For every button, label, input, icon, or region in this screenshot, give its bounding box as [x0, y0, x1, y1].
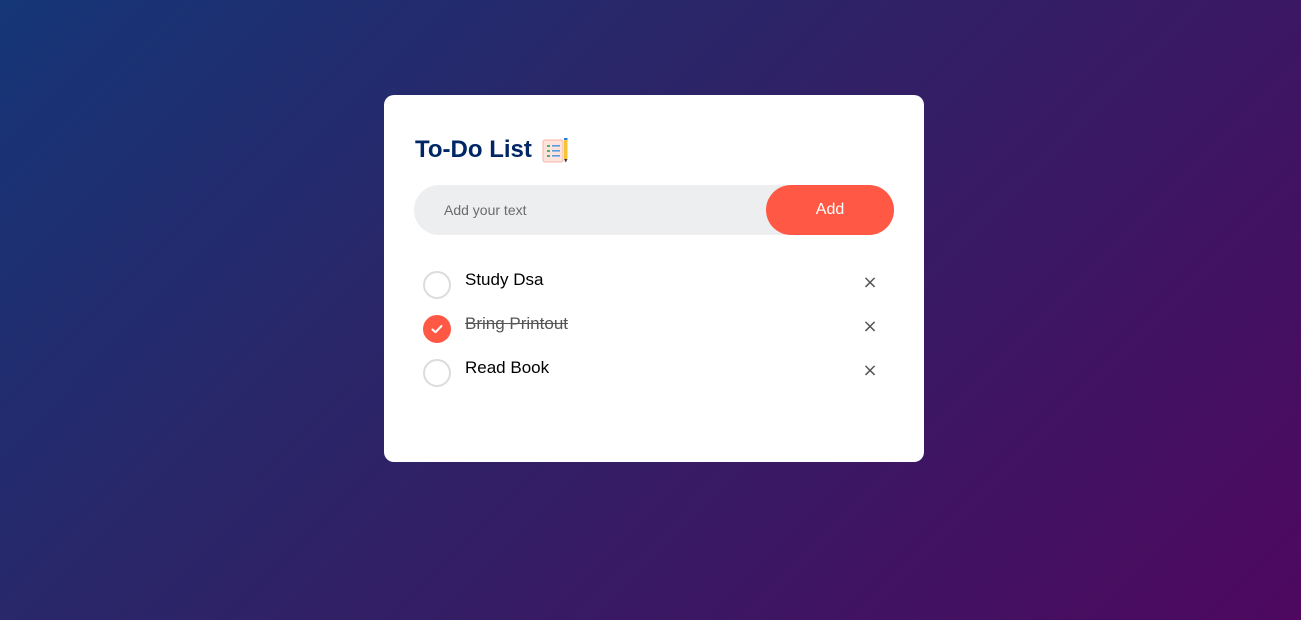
- close-icon[interactable]: ×: [860, 360, 880, 381]
- title-row: To-Do List: [415, 135, 894, 165]
- add-task-row: Add: [414, 185, 894, 235]
- notepad-checklist-icon: [542, 137, 570, 163]
- add-button[interactable]: Add: [766, 185, 894, 235]
- task-label: Read Book: [465, 358, 550, 377]
- checkmark-icon: [431, 325, 443, 334]
- task-label: Study Dsa: [465, 270, 544, 289]
- task-list: Study Dsa × Bring Printout × Read Book ×: [415, 260, 894, 392]
- task-input[interactable]: [414, 185, 766, 235]
- task-label: Bring Printout: [465, 314, 568, 333]
- close-icon[interactable]: ×: [860, 316, 880, 337]
- unchecked-circle-icon[interactable]: [423, 359, 451, 387]
- list-item[interactable]: Study Dsa ×: [415, 260, 894, 304]
- todo-card: To-Do List Add Study Dsa ×: [384, 95, 924, 462]
- page-title: To-Do List: [415, 136, 532, 163]
- list-item[interactable]: Bring Printout ×: [415, 304, 894, 348]
- checked-circle-icon[interactable]: [423, 315, 451, 343]
- close-icon[interactable]: ×: [860, 272, 880, 293]
- unchecked-circle-icon[interactable]: [423, 271, 451, 299]
- list-item[interactable]: Read Book ×: [415, 348, 894, 392]
